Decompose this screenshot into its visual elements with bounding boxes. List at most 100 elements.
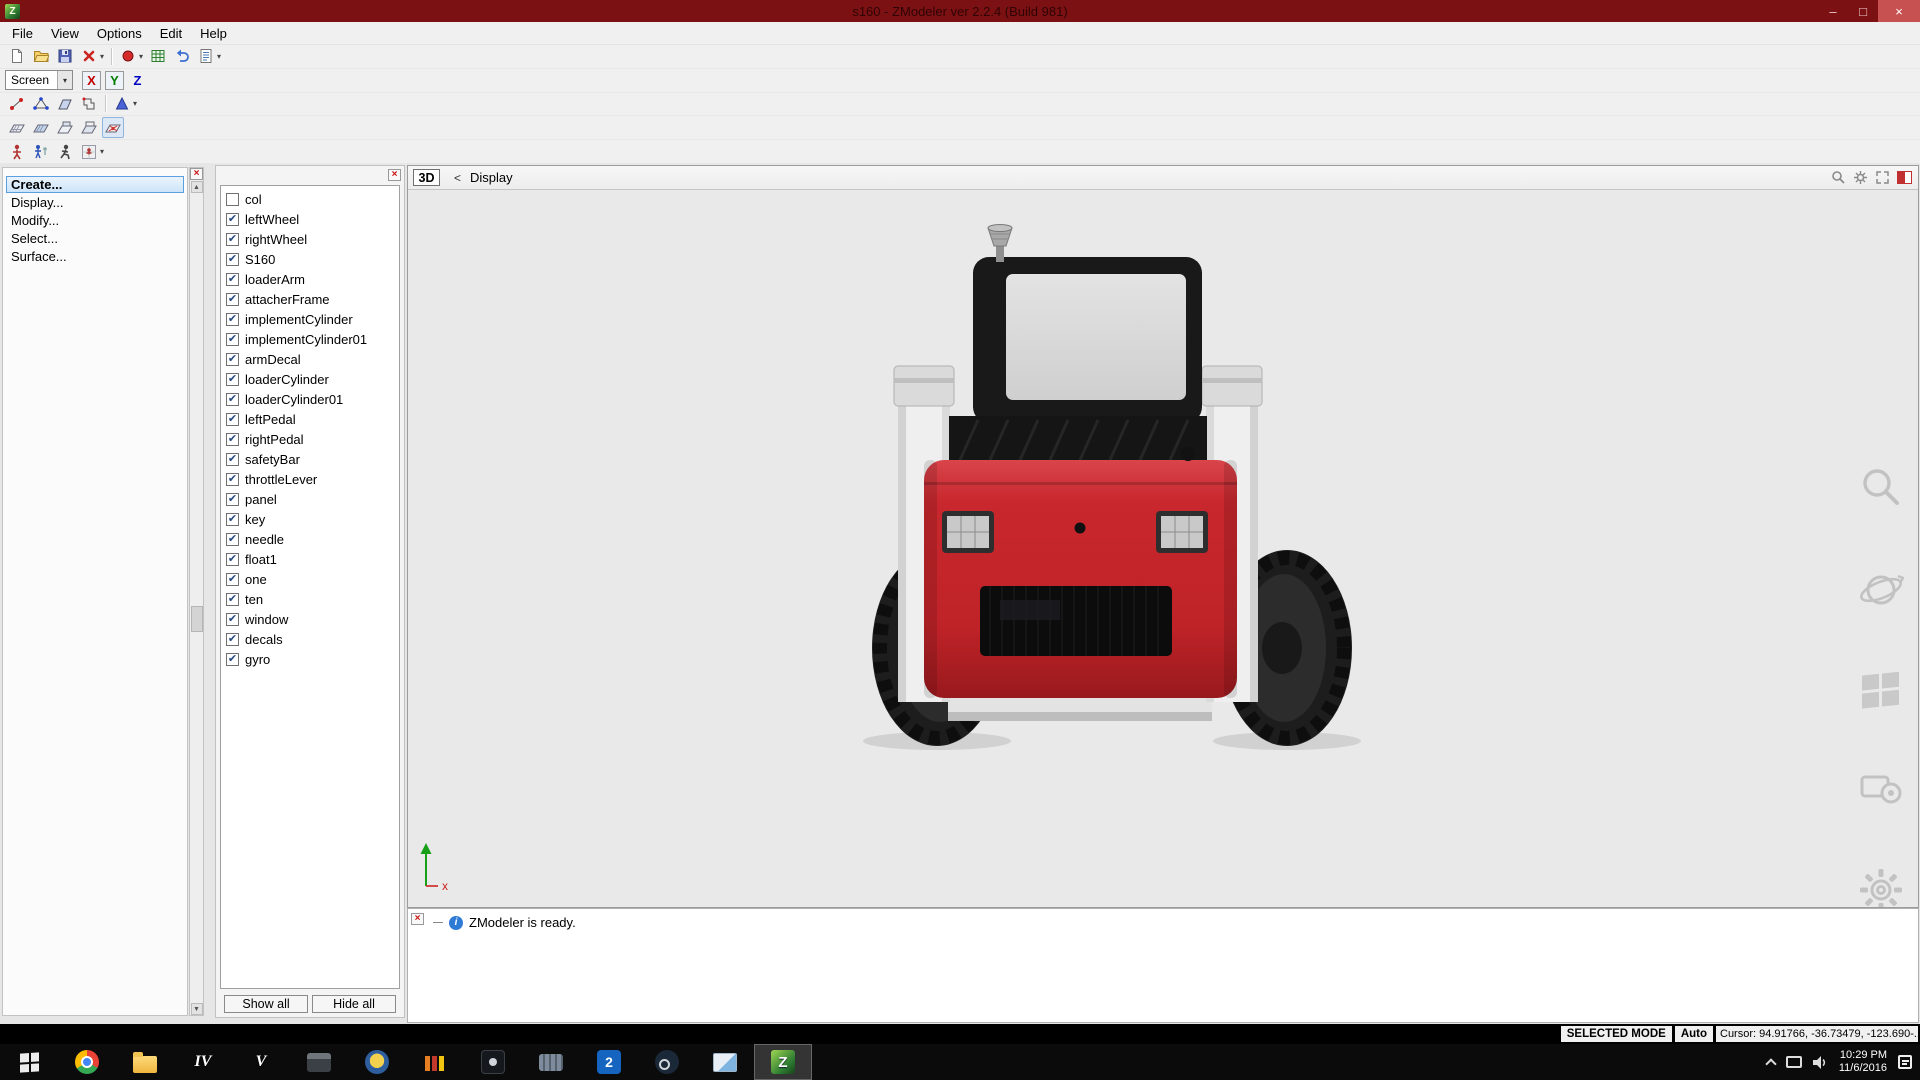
- cab[interactable]: [973, 257, 1202, 423]
- viewport-back-arrow[interactable]: <: [454, 171, 461, 185]
- object-row-ten[interactable]: ten: [221, 589, 399, 609]
- taskbar-app-game-dark[interactable]: [464, 1044, 522, 1080]
- engine-deck[interactable]: [949, 416, 1207, 462]
- object-row-gyro[interactable]: gyro: [221, 649, 399, 669]
- menu-item-file[interactable]: File: [3, 24, 42, 43]
- object-checkbox-armDecal[interactable]: [226, 353, 239, 366]
- exhaust-pipe[interactable]: [988, 225, 1012, 263]
- viewport-header[interactable]: 3D < Display: [408, 166, 1918, 190]
- taskbar-app-tool-blue[interactable]: [522, 1044, 580, 1080]
- taskbar-app-game-token[interactable]: [348, 1044, 406, 1080]
- object-checkbox-loaderArm[interactable]: [226, 273, 239, 286]
- object-checkbox-rightWheel[interactable]: [226, 233, 239, 246]
- taskbar-app-steam[interactable]: [638, 1044, 696, 1080]
- command-panel-scrollbar[interactable]: × ▲ ▼: [189, 167, 204, 1016]
- menu-item-view[interactable]: View: [42, 24, 88, 43]
- engine-cover-red[interactable]: [924, 460, 1237, 698]
- morph-button[interactable]: [78, 141, 100, 162]
- log-panel-close-button[interactable]: ×: [411, 913, 424, 925]
- objects-panel-close-button[interactable]: ×: [388, 169, 401, 181]
- object-row-throttleLever[interactable]: throttleLever: [221, 469, 399, 489]
- command-item-select[interactable]: Select...: [6, 230, 184, 247]
- action-center-icon[interactable]: [1898, 1055, 1912, 1069]
- animation-button[interactable]: [54, 141, 76, 162]
- object-row-rightWheel[interactable]: rightWheel: [221, 229, 399, 249]
- axis-button-x[interactable]: X: [82, 71, 101, 90]
- command-item-modify[interactable]: Modify...: [6, 212, 184, 229]
- taskbar-app-zmodeler[interactable]: Z: [754, 1044, 812, 1080]
- delete-caret-icon[interactable]: ▾: [100, 52, 104, 61]
- skeleton-button[interactable]: [30, 141, 52, 162]
- axis-button-y[interactable]: Y: [105, 71, 124, 90]
- viewport-view-name[interactable]: Display: [470, 170, 513, 185]
- overlay-gear-icon[interactable]: [1858, 867, 1904, 907]
- material-editor-button[interactable]: [117, 46, 139, 67]
- object-checkbox-needle[interactable]: [226, 533, 239, 546]
- new-file-button[interactable]: [6, 46, 28, 67]
- taskbar-clock[interactable]: 10:29 PM 11/6/2016: [1839, 1049, 1887, 1075]
- viewport-3d[interactable]: 3D < Display: [407, 165, 1919, 908]
- viewport-settings-gear-icon[interactable]: [1853, 170, 1868, 185]
- command-item-surface[interactable]: Surface...: [6, 248, 184, 265]
- toolbar-overflow-caret-icon[interactable]: ▾: [217, 52, 221, 61]
- primitive-cone-button[interactable]: [111, 93, 133, 114]
- scroll-track[interactable]: [191, 194, 203, 1001]
- axis-button-z[interactable]: Z: [128, 71, 147, 90]
- menu-item-help[interactable]: Help: [191, 24, 236, 43]
- object-checkbox-loaderCylinder[interactable]: [226, 373, 239, 386]
- object-row-leftPedal[interactable]: leftPedal: [221, 409, 399, 429]
- hide-all-button[interactable]: Hide all: [312, 995, 396, 1013]
- delete-button[interactable]: [78, 46, 100, 67]
- object-checkbox-decals[interactable]: [226, 633, 239, 646]
- tray-display-icon[interactable]: [1786, 1056, 1802, 1068]
- viewport-canvas[interactable]: x: [408, 190, 1918, 907]
- object-row-safetyBar[interactable]: safetyBar: [221, 449, 399, 469]
- material-caret-icon[interactable]: ▾: [139, 52, 143, 61]
- object-row-needle[interactable]: needle: [221, 529, 399, 549]
- object-checkbox-leftPedal[interactable]: [226, 413, 239, 426]
- object-row-one[interactable]: one: [221, 569, 399, 589]
- object-row-loaderCylinder[interactable]: loaderCylinder: [221, 369, 399, 389]
- taskbar-app-game-truck[interactable]: [290, 1044, 348, 1080]
- screen-mode-select[interactable]: Screen ▾: [5, 70, 73, 90]
- object-checkbox-loaderCylinder01[interactable]: [226, 393, 239, 406]
- open-file-button[interactable]: [30, 46, 52, 67]
- object-checkbox-one[interactable]: [226, 573, 239, 586]
- taskbar-app-app-two[interactable]: 2: [580, 1044, 638, 1080]
- object-checkbox-key[interactable]: [226, 513, 239, 526]
- object-checkbox-implementCylinder01[interactable]: [226, 333, 239, 346]
- taskbar-app-gta-v[interactable]: V: [232, 1044, 290, 1080]
- objects-level-button[interactable]: [78, 93, 100, 114]
- viewport-expand-icon[interactable]: [1875, 170, 1890, 185]
- command-item-display[interactable]: Display...: [6, 194, 184, 211]
- object-checkbox-float1[interactable]: [226, 553, 239, 566]
- taskbar-app-chart-tool[interactable]: [406, 1044, 464, 1080]
- overlay-search-icon[interactable]: [1858, 464, 1904, 510]
- viewport-zoom-icon[interactable]: [1831, 170, 1846, 185]
- object-checkbox-throttleLever[interactable]: [226, 473, 239, 486]
- rear-grille[interactable]: [980, 586, 1172, 656]
- object-checkbox-leftWheel[interactable]: [226, 213, 239, 226]
- texture-browser-button[interactable]: [147, 46, 169, 67]
- object-row-leftWheel[interactable]: leftWheel: [221, 209, 399, 229]
- viewport-maximize-icon[interactable]: [1897, 171, 1912, 184]
- show-all-button[interactable]: Show all: [224, 995, 308, 1013]
- overlay-orbit-icon[interactable]: [1858, 567, 1904, 613]
- object-row-key[interactable]: key: [221, 509, 399, 529]
- menu-item-edit[interactable]: Edit: [151, 24, 191, 43]
- object-row-implementCylinder01[interactable]: implementCylinder01: [221, 329, 399, 349]
- bones-button[interactable]: [6, 141, 28, 162]
- viewport-mode-button[interactable]: 3D: [413, 169, 440, 186]
- object-row-panel[interactable]: panel: [221, 489, 399, 509]
- object-row-armDecal[interactable]: armDecal: [221, 349, 399, 369]
- undo-button[interactable]: [171, 46, 193, 67]
- edges-level-button[interactable]: [30, 93, 52, 114]
- overlay-screens-icon[interactable]: [1858, 765, 1904, 811]
- object-row-col[interactable]: col: [221, 189, 399, 209]
- object-checkbox-ten[interactable]: [226, 593, 239, 606]
- object-row-implementCylinder[interactable]: implementCylinder: [221, 309, 399, 329]
- primitive-caret-icon[interactable]: ▾: [133, 99, 137, 108]
- scroll-down-icon[interactable]: ▼: [191, 1003, 203, 1015]
- object-checkbox-rightPedal[interactable]: [226, 433, 239, 446]
- taskbar-app-file-explorer[interactable]: [116, 1044, 174, 1080]
